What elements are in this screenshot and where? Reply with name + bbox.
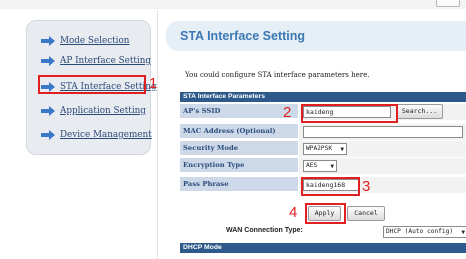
form-row-security-mode: Security Mode WPA2PSK ▼ <box>180 141 466 158</box>
arrow-right-icon <box>41 56 55 66</box>
field-value-cell: AES ▼ <box>299 158 466 174</box>
browser-top-strip <box>0 0 466 9</box>
field-label: Pass Phrase <box>180 177 299 192</box>
chevron-down-icon: ▼ <box>340 146 344 153</box>
section-header-label: STA Interface Parameters <box>183 93 265 100</box>
field-value-cell: WPA2PSK ▼ <box>299 141 466 157</box>
page-title-bar: STA Interface Setting <box>166 21 466 51</box>
annotation-number: 2 <box>283 104 292 121</box>
wan-connection-label: WAN Connection Type: <box>226 227 303 234</box>
section-header-sta-params: STA Interface Parameters <box>180 92 466 102</box>
cancel-button[interactable]: Cancel <box>347 206 385 221</box>
field-label: Encryption Type <box>180 158 299 173</box>
sidebar-item-label[interactable]: Device Management <box>60 130 152 140</box>
annotation-highlight-box <box>301 104 398 123</box>
annotation-highlight-box <box>301 177 360 196</box>
annotation-highlight-box <box>305 203 346 224</box>
sidebar-item-label[interactable]: Mode Selection <box>60 36 129 46</box>
sidebar-item-device-management[interactable]: Device Management <box>41 128 152 142</box>
sidebar-item-label[interactable]: AP Interface Setting <box>60 56 151 66</box>
form-row-mac: MAC Address (Optional) <box>180 124 466 141</box>
annotation-number: 4 <box>289 204 298 221</box>
select-value: WPA2PSK <box>306 145 333 152</box>
search-button[interactable]: Search... <box>396 104 443 119</box>
sidebar-item-mode-selection[interactable]: Mode Selection <box>41 34 129 48</box>
security-mode-select[interactable]: WPA2PSK ▼ <box>303 143 347 155</box>
arrow-right-icon <box>41 130 55 140</box>
page-title: STA Interface Setting <box>180 29 306 43</box>
window-control-button[interactable] <box>436 0 460 7</box>
form-row-encryption: Encryption Type AES ▼ <box>180 158 466 175</box>
field-label: MAC Address (Optional) <box>180 124 299 139</box>
select-value: DHCP (Auto config) <box>386 228 454 235</box>
select-value: AES <box>306 162 318 169</box>
field-value-cell <box>299 124 466 140</box>
mac-address-input[interactable] <box>303 126 463 138</box>
sidebar-item-ap-interface[interactable]: AP Interface Setting <box>41 54 151 68</box>
section-header-label: DHCP Mode <box>183 244 222 251</box>
annotation-highlight-box <box>38 75 146 94</box>
encryption-type-select[interactable]: AES ▼ <box>303 160 337 172</box>
field-label: AP's SSID <box>180 104 299 119</box>
field-label: Security Mode <box>180 141 299 156</box>
divider <box>157 10 158 259</box>
chevron-down-icon: ▼ <box>461 229 465 236</box>
sidebar-item-application-setting[interactable]: Application Setting <box>41 104 146 118</box>
intro-text: You could configure STA interface parame… <box>185 71 370 79</box>
arrow-right-icon <box>41 36 55 46</box>
section-header-dhcp-mode: DHCP Mode <box>180 243 466 253</box>
annotation-number: 3 <box>362 178 371 195</box>
chevron-down-icon: ▼ <box>330 163 334 170</box>
wan-connection-select[interactable]: DHCP (Auto config) ▼ <box>383 226 466 238</box>
arrow-right-icon <box>41 106 55 116</box>
sidebar-item-label[interactable]: Application Setting <box>60 106 146 116</box>
